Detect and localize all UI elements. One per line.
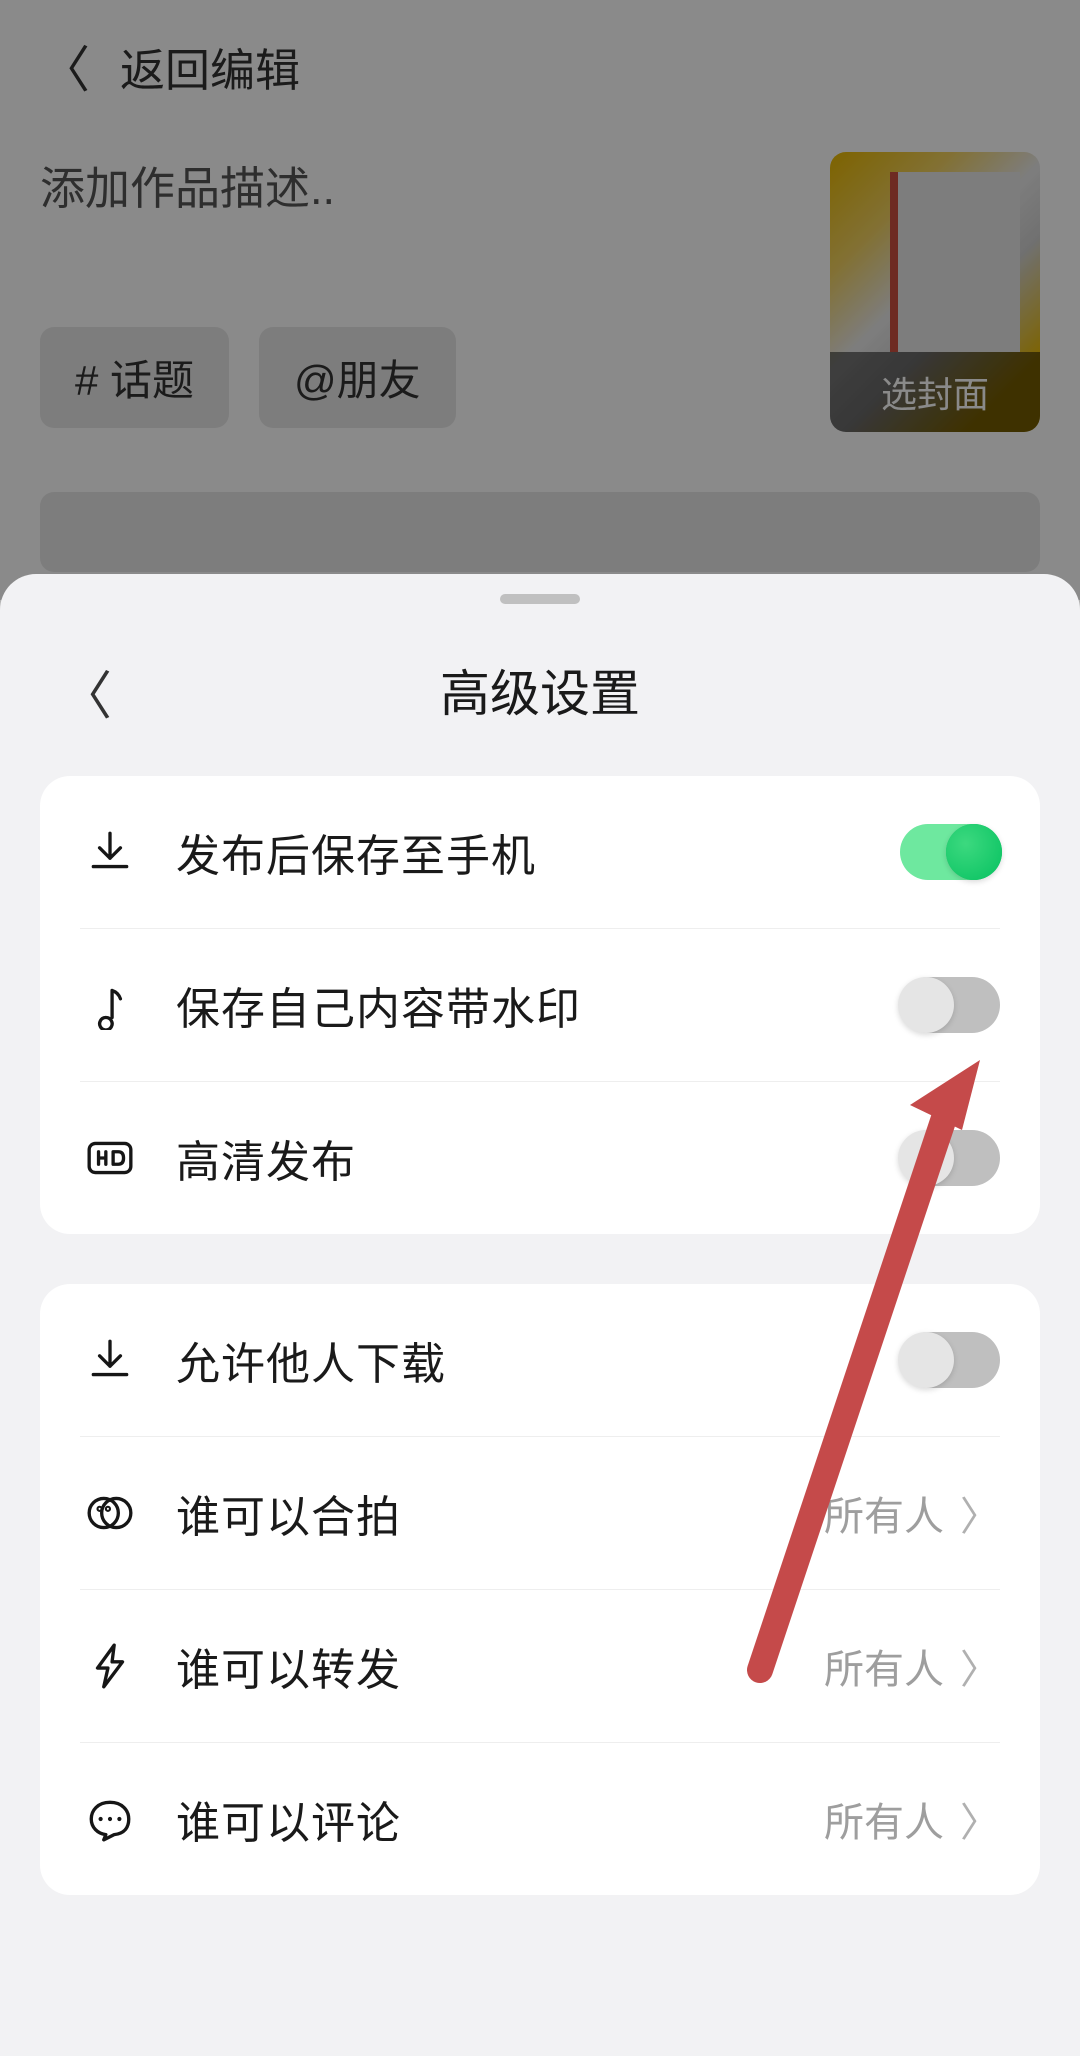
chevron-right-icon: 〉 xyxy=(960,1484,1000,1542)
sheet-drag-handle[interactable] xyxy=(500,594,580,604)
who-comment-value: 所有人 xyxy=(824,1790,944,1848)
lightning-icon xyxy=(80,1636,140,1696)
hd-publish-label: 高清发布 xyxy=(176,1126,900,1190)
settings-group-1: 发布后保存至手机 保存自己内容带水印 高清发布 xyxy=(40,776,1040,1234)
who-share-value: 所有人 xyxy=(824,1637,944,1695)
who-duet-value: 所有人 xyxy=(824,1484,944,1542)
download-icon xyxy=(80,1330,140,1390)
row-who-comment[interactable]: 谁可以评论 所有人 〉 xyxy=(80,1743,1000,1895)
download-icon xyxy=(80,822,140,882)
chevron-right-icon: 〉 xyxy=(960,1637,1000,1695)
who-duet-label: 谁可以合拍 xyxy=(176,1481,824,1545)
advanced-settings-sheet: 〈 高级设置 发布后保存至手机 保存自己内容带水印 高清发布 xyxy=(0,574,1080,2056)
row-watermark[interactable]: 保存自己内容带水印 xyxy=(80,929,1000,1082)
comment-icon xyxy=(80,1789,140,1849)
allow-download-toggle[interactable] xyxy=(900,1332,1000,1388)
who-comment-label: 谁可以评论 xyxy=(176,1787,824,1851)
music-note-icon xyxy=(80,975,140,1035)
sheet-back-button[interactable]: 〈 xyxy=(60,654,112,729)
save-to-phone-toggle[interactable] xyxy=(900,824,1000,880)
chevron-right-icon: 〉 xyxy=(960,1790,1000,1848)
sheet-title: 高级设置 xyxy=(440,654,640,726)
watermark-toggle[interactable] xyxy=(900,977,1000,1033)
row-allow-download[interactable]: 允许他人下载 xyxy=(80,1284,1000,1437)
hd-publish-toggle[interactable] xyxy=(900,1130,1000,1186)
watermark-label: 保存自己内容带水印 xyxy=(176,973,900,1037)
row-save-to-phone[interactable]: 发布后保存至手机 xyxy=(80,776,1000,929)
hd-icon xyxy=(80,1128,140,1188)
row-who-share[interactable]: 谁可以转发 所有人 〉 xyxy=(80,1590,1000,1743)
save-to-phone-label: 发布后保存至手机 xyxy=(176,820,900,884)
duet-icon xyxy=(80,1483,140,1543)
row-hd-publish[interactable]: 高清发布 xyxy=(80,1082,1000,1234)
allow-download-label: 允许他人下载 xyxy=(176,1328,900,1392)
row-who-duet[interactable]: 谁可以合拍 所有人 〉 xyxy=(80,1437,1000,1590)
settings-group-2: 允许他人下载 谁可以合拍 所有人 〉 谁可以转发 所有人 〉 谁可以评论 所有人 xyxy=(40,1284,1040,1895)
who-share-label: 谁可以转发 xyxy=(176,1634,824,1698)
